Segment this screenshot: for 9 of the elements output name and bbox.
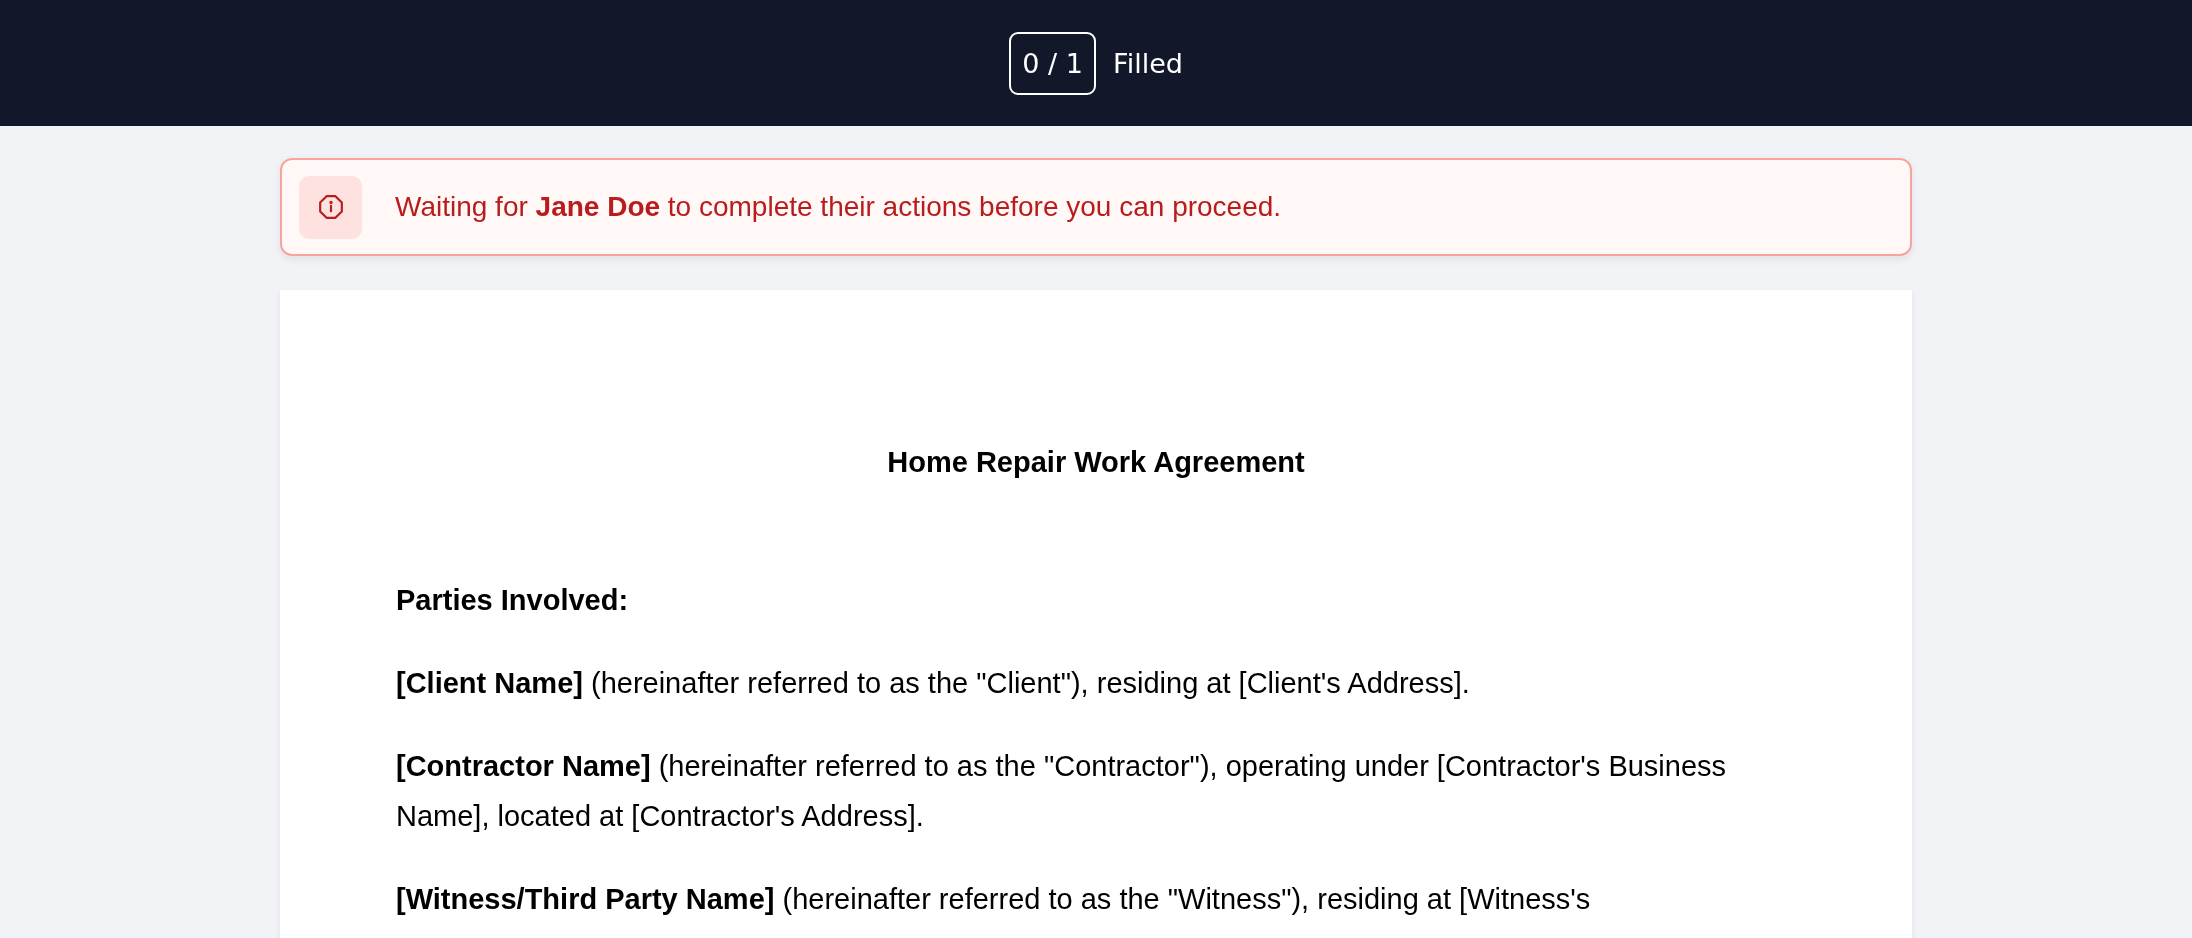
section-heading: Parties Involved: bbox=[396, 583, 630, 618]
filled-counter: 0 / 1 bbox=[1009, 31, 1097, 95]
filled-label: Filled bbox=[1113, 47, 1183, 79]
party-paragraph: [Witness/Third Party Name] (hereinafter referred to as the "Witness"), residing at [Witness's bbox=[396, 882, 1592, 917]
alert-icon bbox=[299, 175, 362, 239]
document-title: Home Repair Work Agreement bbox=[886, 445, 1306, 480]
party-paragraph: [Contractor Name] (hereinafter referred to as the "Contractor"), operating under [Contractor's Business Name], located at [Contractor's Address]. bbox=[396, 749, 1728, 834]
party-paragraph: [Client Name] (hereinafter referred to as the "Client"), residing at [Client's Address]. bbox=[396, 666, 1471, 701]
alert-message: Waiting for Jane Doe to complete their actions before you can proceed. bbox=[395, 191, 1282, 223]
